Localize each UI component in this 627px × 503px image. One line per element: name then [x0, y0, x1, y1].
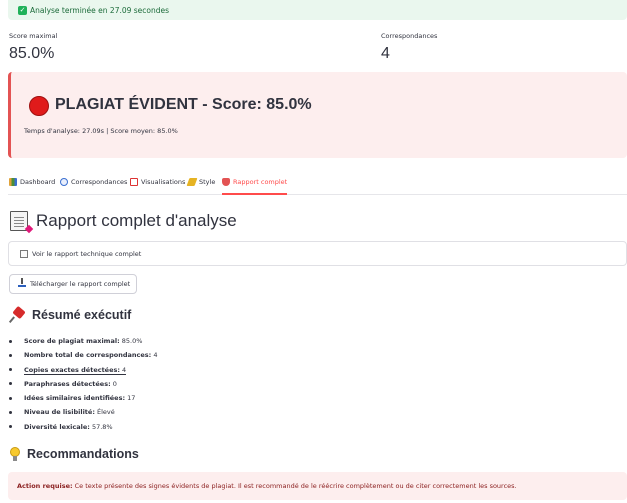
success-alert: ✓ Analyse terminée en 27.09 secondes	[8, 0, 627, 20]
tab-style[interactable]: Style	[186, 178, 215, 195]
magnifier-icon	[60, 178, 68, 186]
check-icon: ✓	[18, 5, 27, 15]
download-report-button[interactable]: Télécharger le rapport complet	[9, 274, 137, 294]
recommendations-heading: Recommandations	[10, 447, 139, 461]
list-item: Paraphrases détectées: 0	[8, 379, 157, 393]
expander-label: Voir le rapport technique complet	[32, 249, 142, 258]
download-icon	[18, 278, 26, 287]
list-item: Score de plagiat maximal: 85.0%	[8, 336, 157, 350]
summary-heading: Résumé exécutif	[8, 305, 132, 323]
tab-dashboard[interactable]: Dashboard	[9, 178, 55, 195]
list-item: Niveau de lisibilité: Élevé	[8, 407, 157, 421]
technical-report-expander[interactable]: Voir le rapport technique complet	[8, 241, 627, 266]
pen-icon	[186, 178, 198, 186]
lightbulb-icon	[10, 447, 20, 461]
success-message: Analyse terminée en 27.09 secondes	[30, 5, 170, 15]
recommendations-title: Recommandations	[27, 447, 139, 461]
verdict-title: PLAGIAT ÉVIDENT - Score: 85.0%	[55, 96, 312, 113]
tab-correspondances[interactable]: Correspondances	[60, 178, 127, 195]
tab-visualisations[interactable]: Visualisations	[130, 178, 185, 195]
list-item: Nombre total de correspondances: 4	[8, 350, 157, 364]
recommendation-alert: Action requise: Ce texte présente des si…	[8, 472, 627, 500]
verdict-details: Temps d'analyse: 27.09s | Score moyen: 8…	[24, 127, 178, 135]
red-circle-icon	[29, 96, 49, 116]
metric-matches: Correspondances 4	[381, 32, 437, 63]
pushpin-icon	[8, 305, 26, 323]
metric-value: 4	[381, 45, 390, 62]
chart-icon	[130, 178, 138, 186]
metric-value: 85.0%	[9, 45, 55, 62]
metric-max-score: Score maximal 85.0%	[9, 32, 57, 63]
tab-rapport-complet[interactable]: Rapport complet	[222, 178, 288, 195]
summary-title: Résumé exécutif	[32, 308, 132, 322]
report-heading: Rapport complet d'analyse	[10, 211, 237, 234]
list-item: Idées similaires identifiées: 17	[8, 393, 157, 407]
list-item: Copies exactes détectées: 4	[8, 365, 157, 379]
summary-list: Score de plagiat maximal: 85.0% Nombre t…	[8, 336, 157, 436]
download-label: Télécharger le rapport complet	[30, 280, 131, 288]
verdict-card: PLAGIAT ÉVIDENT - Score: 85.0%	[8, 72, 627, 158]
memo-icon	[20, 249, 28, 258]
list-item: Diversité lexicale: 57.8%	[8, 422, 157, 436]
shield-icon	[222, 178, 230, 186]
report-title: Rapport complet d'analyse	[36, 211, 237, 230]
bar-chart-icon	[9, 178, 17, 186]
recommendation-text: Action requise: Ce texte présente des si…	[17, 482, 517, 490]
metric-label: Correspondances	[381, 32, 438, 40]
document-icon	[10, 211, 34, 234]
metric-label: Score maximal	[9, 32, 58, 40]
tab-bar: Dashboard Correspondances Visualisations…	[8, 178, 627, 195]
